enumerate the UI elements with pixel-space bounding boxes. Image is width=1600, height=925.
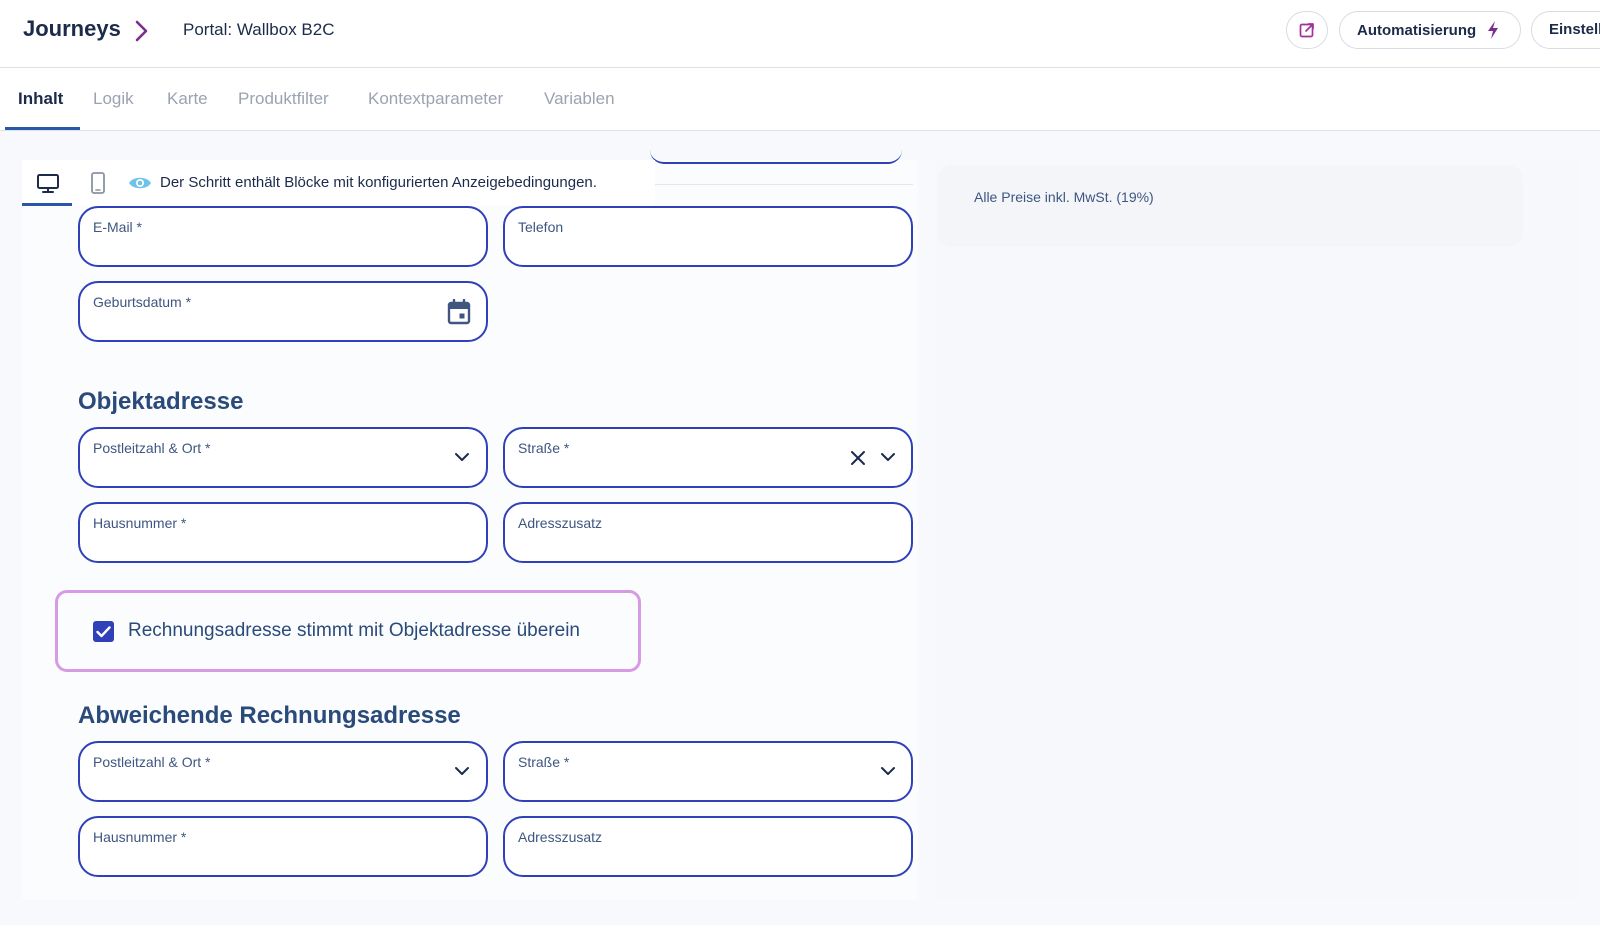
- object-address-title: Objektadresse: [78, 388, 244, 415]
- billing-house-number-label: Hausnummer *: [93, 829, 187, 845]
- object-address-suffix-field[interactable]: Adresszusatz: [503, 502, 913, 563]
- external-link-icon: [1299, 23, 1314, 38]
- chevron-down-icon[interactable]: [880, 451, 896, 463]
- email-field[interactable]: E-Mail *: [78, 206, 488, 267]
- price-note: Alle Preise inkl. MwSt. (19%): [974, 189, 1154, 205]
- device-indicator: [22, 203, 72, 206]
- object-zip-city-select[interactable]: Postleitzahl & Ort *: [78, 427, 488, 488]
- mobile-icon[interactable]: [88, 171, 108, 195]
- email-label: E-Mail *: [93, 219, 143, 235]
- display-condition-notice: Der Schritt enthält Blöcke mit konfiguri…: [160, 174, 597, 191]
- object-zip-city-label: Postleitzahl & Ort *: [93, 440, 211, 456]
- summary-panel: [935, 160, 1578, 900]
- billing-house-number-field[interactable]: Hausnummer *: [78, 816, 488, 877]
- birthdate-label: Geburtsdatum *: [93, 294, 192, 310]
- billing-street-label: Straße *: [518, 754, 570, 770]
- billing-same-label[interactable]: Rechnungsadresse stimmt mit Objektadress…: [128, 620, 580, 642]
- clear-icon[interactable]: [850, 450, 866, 466]
- tab-kontextparameter[interactable]: Kontextparameter: [368, 89, 503, 109]
- toolbar-divider: [655, 184, 913, 185]
- billing-address-title: Abweichende Rechnungsadresse: [78, 702, 461, 729]
- checkmark-icon: [96, 625, 111, 637]
- object-house-number-label: Hausnummer *: [93, 515, 187, 531]
- phone-field[interactable]: Telefon: [503, 206, 913, 267]
- billing-zip-city-select[interactable]: Postleitzahl & Ort *: [78, 741, 488, 802]
- tab-logik[interactable]: Logik: [93, 89, 134, 109]
- billing-same-checkbox[interactable]: [93, 621, 114, 642]
- object-house-number-field[interactable]: Hausnummer *: [78, 502, 488, 563]
- settings-button[interactable]: Einstell: [1531, 11, 1600, 49]
- object-street-select[interactable]: Straße *: [503, 427, 913, 488]
- price-summary-card: [938, 165, 1523, 247]
- tab-karte[interactable]: Karte: [167, 89, 208, 109]
- birthdate-field[interactable]: Geburtsdatum *: [78, 281, 488, 342]
- lightning-icon: [1488, 21, 1499, 39]
- tab-produktfilter[interactable]: Produktfilter: [238, 89, 329, 109]
- tab-bar: Inhalt Logik Karte Produktfilter Kontext…: [0, 68, 1600, 131]
- calendar-icon[interactable]: [447, 299, 471, 325]
- automation-label: Automatisierung: [1357, 21, 1477, 39]
- open-external-button[interactable]: [1286, 11, 1328, 49]
- clipped-field-edge: [650, 150, 902, 164]
- automation-button[interactable]: Automatisierung: [1339, 11, 1521, 49]
- app-title[interactable]: Journeys: [23, 16, 121, 42]
- desktop-icon[interactable]: [35, 171, 61, 195]
- breadcrumb-portal: Portal: Wallbox B2C: [183, 20, 335, 39]
- chevron-down-icon[interactable]: [880, 765, 896, 777]
- billing-address-suffix-field[interactable]: Adresszusatz: [503, 816, 913, 877]
- billing-zip-city-label: Postleitzahl & Ort *: [93, 754, 211, 770]
- object-address-suffix-label: Adresszusatz: [518, 515, 603, 531]
- top-header: Journeys Portal: Wallbox B2C Automatisie…: [0, 0, 1600, 68]
- tab-inhalt[interactable]: Inhalt: [18, 89, 63, 109]
- chevron-down-icon[interactable]: [454, 451, 470, 463]
- eye-icon: [129, 177, 151, 189]
- chevron-right-icon: [135, 20, 148, 42]
- billing-street-select[interactable]: Straße *: [503, 741, 913, 802]
- tab-variablen[interactable]: Variablen: [544, 89, 615, 109]
- billing-address-suffix-label: Adresszusatz: [518, 829, 603, 845]
- object-street-label: Straße *: [518, 440, 570, 456]
- active-tab-indicator: [5, 127, 80, 130]
- phone-label: Telefon: [518, 219, 564, 235]
- chevron-down-icon[interactable]: [454, 765, 470, 777]
